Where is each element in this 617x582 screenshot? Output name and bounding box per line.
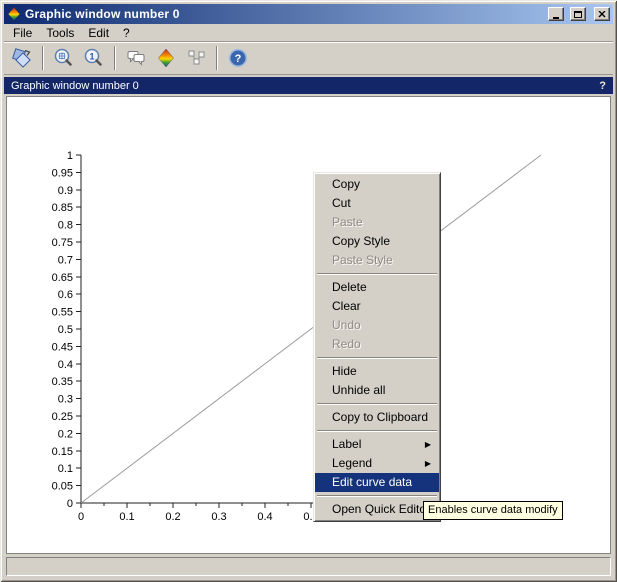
svg-text:0.5: 0.5	[58, 324, 73, 336]
menu-separator	[317, 495, 437, 497]
rotate-icon	[11, 47, 33, 69]
line-chart: 0 0.05 0.1 0.15 0.2 0.25 0.3 0.35 0.4 0.45 0.5 0.55…	[7, 97, 610, 553]
menu-item-copy[interactable]: Copy	[315, 175, 439, 194]
menu-separator	[317, 430, 437, 432]
plot-canvas[interactable]: 0 0.05 0.1 0.15 0.2 0.25 0.3 0.35 0.4 0.45 0.5 0.55…	[6, 96, 611, 554]
menu-item-delete[interactable]: Delete	[315, 278, 439, 297]
submenu-arrow-icon: ▶	[425, 454, 431, 473]
svg-text:0.3: 0.3	[211, 511, 226, 523]
graphics-editor-button[interactable]	[152, 44, 180, 72]
svg-text:0.3: 0.3	[58, 394, 73, 406]
help-button[interactable]: ?	[224, 44, 252, 72]
close-button[interactable]	[594, 7, 610, 21]
infobar-title: Graphic window number 0	[11, 80, 139, 92]
svg-text:0.15: 0.15	[52, 446, 73, 458]
menu-item-label[interactable]: Label▶	[315, 435, 439, 454]
original-view-icon: 1	[83, 47, 105, 69]
menu-item-edit-curve-data[interactable]: Edit curve data	[315, 473, 439, 492]
close-icon	[598, 11, 606, 18]
menu-item-clear[interactable]: Clear	[315, 297, 439, 316]
minimize-icon	[553, 17, 559, 19]
svg-text:1: 1	[89, 52, 94, 62]
zoom-area-button[interactable]	[50, 44, 78, 72]
menu-edit[interactable]: Edit	[81, 25, 116, 41]
submenu-arrow-icon: ▶	[425, 435, 431, 454]
menu-item-redo: Redo	[315, 335, 439, 354]
svg-text:0.35: 0.35	[52, 376, 73, 388]
menu-item-open-quick-editor[interactable]: Open Quick Editor	[315, 500, 439, 519]
context-menu: CopyCutPasteCopy StylePaste StyleDeleteC…	[313, 172, 441, 522]
tooltip: Enables curve data modify	[423, 501, 563, 520]
svg-text:0.85: 0.85	[52, 202, 73, 214]
svg-text:0.05: 0.05	[52, 481, 73, 493]
menu-item-hide[interactable]: Hide	[315, 362, 439, 381]
svg-text:0.95: 0.95	[52, 167, 73, 179]
help-icon: ?	[227, 47, 249, 69]
app-icon	[7, 7, 21, 21]
infobar: Graphic window number 0 ?	[4, 77, 613, 94]
svg-text:0.1: 0.1	[119, 511, 134, 523]
menu-item-paste-style: Paste Style	[315, 251, 439, 270]
menu-item-undo: Undo	[315, 316, 439, 335]
menu-item-copy-style[interactable]: Copy Style	[315, 232, 439, 251]
svg-text:0.4: 0.4	[58, 359, 73, 371]
datatips-button[interactable]	[182, 44, 210, 72]
menubar: File Tools Edit ?	[4, 24, 613, 42]
svg-text:0.9: 0.9	[58, 185, 73, 197]
svg-text:0.8: 0.8	[58, 220, 73, 232]
annotations-icon	[125, 47, 147, 69]
svg-text:0.7: 0.7	[58, 254, 73, 266]
svg-text:0.25: 0.25	[52, 411, 73, 423]
toolbar-separator	[216, 46, 218, 70]
titlebar: Graphic window number 0	[4, 4, 613, 24]
menu-item-copy-to-clipboard[interactable]: Copy to Clipboard	[315, 408, 439, 427]
infobar-help-icon[interactable]: ?	[599, 80, 606, 92]
minimize-button[interactable]	[548, 7, 564, 21]
menu-item-paste: Paste	[315, 213, 439, 232]
svg-text:0.75: 0.75	[52, 237, 73, 249]
svg-text:0.65: 0.65	[52, 272, 73, 284]
rotate-button[interactable]	[8, 44, 36, 72]
status-bar	[6, 557, 611, 576]
svg-text:0: 0	[67, 498, 73, 510]
svg-text:0.6: 0.6	[58, 289, 73, 301]
svg-text:0.55: 0.55	[52, 307, 73, 319]
menu-item-unhide-all[interactable]: Unhide all	[315, 381, 439, 400]
maximize-button[interactable]	[570, 7, 586, 21]
original-view-button[interactable]: 1	[80, 44, 108, 72]
maximize-icon	[574, 11, 582, 18]
annotations-button[interactable]	[122, 44, 150, 72]
svg-text:?: ?	[235, 53, 242, 65]
toolbar-separator	[42, 46, 44, 70]
zoom-area-icon	[53, 47, 75, 69]
toolbar-separator	[114, 46, 116, 70]
menu-file[interactable]: File	[6, 25, 39, 41]
datatips-icon	[185, 47, 207, 69]
menu-separator	[317, 357, 437, 359]
svg-text:0.1: 0.1	[58, 463, 73, 475]
menu-help[interactable]: ?	[116, 25, 137, 41]
menu-tools[interactable]: Tools	[39, 25, 81, 41]
menu-separator	[317, 403, 437, 405]
graphic-window: Graphic window number 0 File Tools Edit …	[0, 0, 617, 582]
svg-text:0.2: 0.2	[165, 511, 180, 523]
toolbar: 1	[4, 42, 613, 75]
menu-separator	[317, 273, 437, 275]
menu-item-cut[interactable]: Cut	[315, 194, 439, 213]
svg-text:0: 0	[78, 511, 84, 523]
svg-text:0.45: 0.45	[52, 341, 73, 353]
svg-text:1: 1	[67, 150, 73, 162]
graphics-editor-icon	[155, 47, 177, 69]
svg-text:0.4: 0.4	[257, 511, 272, 523]
svg-text:0.2: 0.2	[58, 428, 73, 440]
window-title: Graphic window number 0	[25, 7, 544, 21]
menu-item-legend[interactable]: Legend▶	[315, 454, 439, 473]
